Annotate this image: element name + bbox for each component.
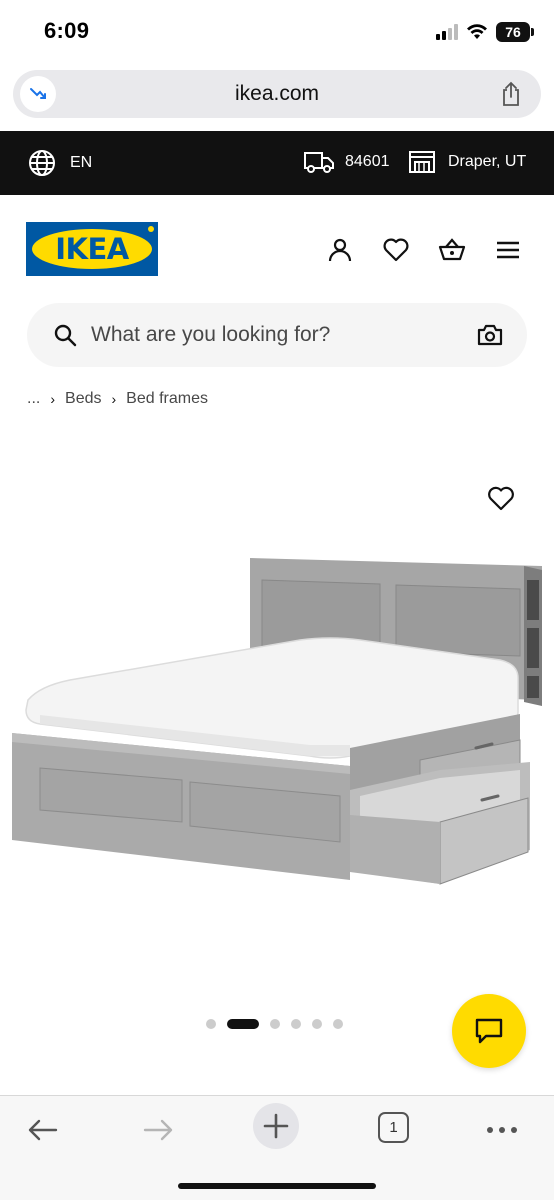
plus-icon xyxy=(263,1113,289,1139)
status-bar: 6:09 76 xyxy=(0,0,554,66)
address-bar[interactable]: ikea.com xyxy=(13,70,541,118)
menu-icon[interactable] xyxy=(494,236,522,264)
wifi-icon xyxy=(467,24,487,39)
basket-icon[interactable] xyxy=(438,236,466,264)
logo-oval: IKEA xyxy=(32,229,152,269)
user-icon[interactable] xyxy=(326,236,354,264)
more-button[interactable] xyxy=(480,1108,524,1152)
carousel-dot[interactable] xyxy=(333,1019,343,1029)
share-icon[interactable] xyxy=(499,81,523,107)
status-icons: 76 xyxy=(436,22,534,42)
more-dots-icon xyxy=(487,1127,517,1133)
utility-bar: EN 84601 Draper, UT xyxy=(0,131,554,195)
zip-label: 84601 xyxy=(345,153,390,170)
breadcrumb: ... › Beds › Bed frames xyxy=(27,390,208,408)
forward-button[interactable] xyxy=(137,1108,181,1152)
signal-icon xyxy=(436,24,458,40)
arrow-left-icon xyxy=(28,1119,58,1141)
delivery-truck-icon xyxy=(304,152,334,173)
arrow-right-icon xyxy=(143,1119,173,1141)
search-icon[interactable] xyxy=(53,323,77,347)
heart-icon[interactable] xyxy=(382,236,410,264)
image-carousel-indicator xyxy=(206,1019,343,1029)
carousel-dot[interactable] xyxy=(270,1019,280,1029)
globe-icon xyxy=(29,150,55,176)
camera-icon[interactable] xyxy=(477,323,503,347)
search-bar[interactable] xyxy=(27,303,527,367)
chevron-right-icon: › xyxy=(111,391,117,407)
product-image-bed-frame[interactable] xyxy=(0,540,554,890)
logo-registered-mark xyxy=(148,226,154,232)
delivery-zip[interactable]: 84601 xyxy=(303,149,390,175)
tabs-button[interactable]: 1 xyxy=(378,1112,409,1143)
logo-text: IKEA xyxy=(55,232,129,266)
store-icon xyxy=(409,151,435,173)
new-tab-button[interactable] xyxy=(253,1103,299,1149)
add-to-favourites-heart-icon[interactable] xyxy=(487,485,515,513)
chat-button[interactable] xyxy=(452,994,526,1068)
chevron-right-icon: › xyxy=(50,391,56,407)
breadcrumb-ellipsis[interactable]: ... xyxy=(27,390,40,408)
breadcrumb-beds[interactable]: Beds xyxy=(65,390,101,408)
home-indicator xyxy=(178,1183,376,1189)
store-selector[interactable]: Draper, UT xyxy=(408,149,526,175)
ikea-logo[interactable]: IKEA xyxy=(26,222,158,276)
status-time: 6:09 xyxy=(44,18,90,43)
chat-icon xyxy=(475,1018,503,1044)
header-actions xyxy=(326,236,522,264)
breadcrumb-bed-frames[interactable]: Bed frames xyxy=(126,390,208,408)
carousel-dot[interactable] xyxy=(312,1019,322,1029)
language-label: EN xyxy=(70,154,93,171)
store-label: Draper, UT xyxy=(448,153,527,170)
carousel-dot-active[interactable] xyxy=(227,1019,259,1029)
search-input[interactable] xyxy=(91,303,471,367)
carousel-dot[interactable] xyxy=(291,1019,301,1029)
url-text[interactable]: ikea.com xyxy=(13,82,541,106)
battery-indicator: 76 xyxy=(496,22,534,42)
back-button[interactable] xyxy=(20,1108,64,1152)
language-selector[interactable]: EN xyxy=(28,149,92,177)
carousel-dot[interactable] xyxy=(206,1019,216,1029)
